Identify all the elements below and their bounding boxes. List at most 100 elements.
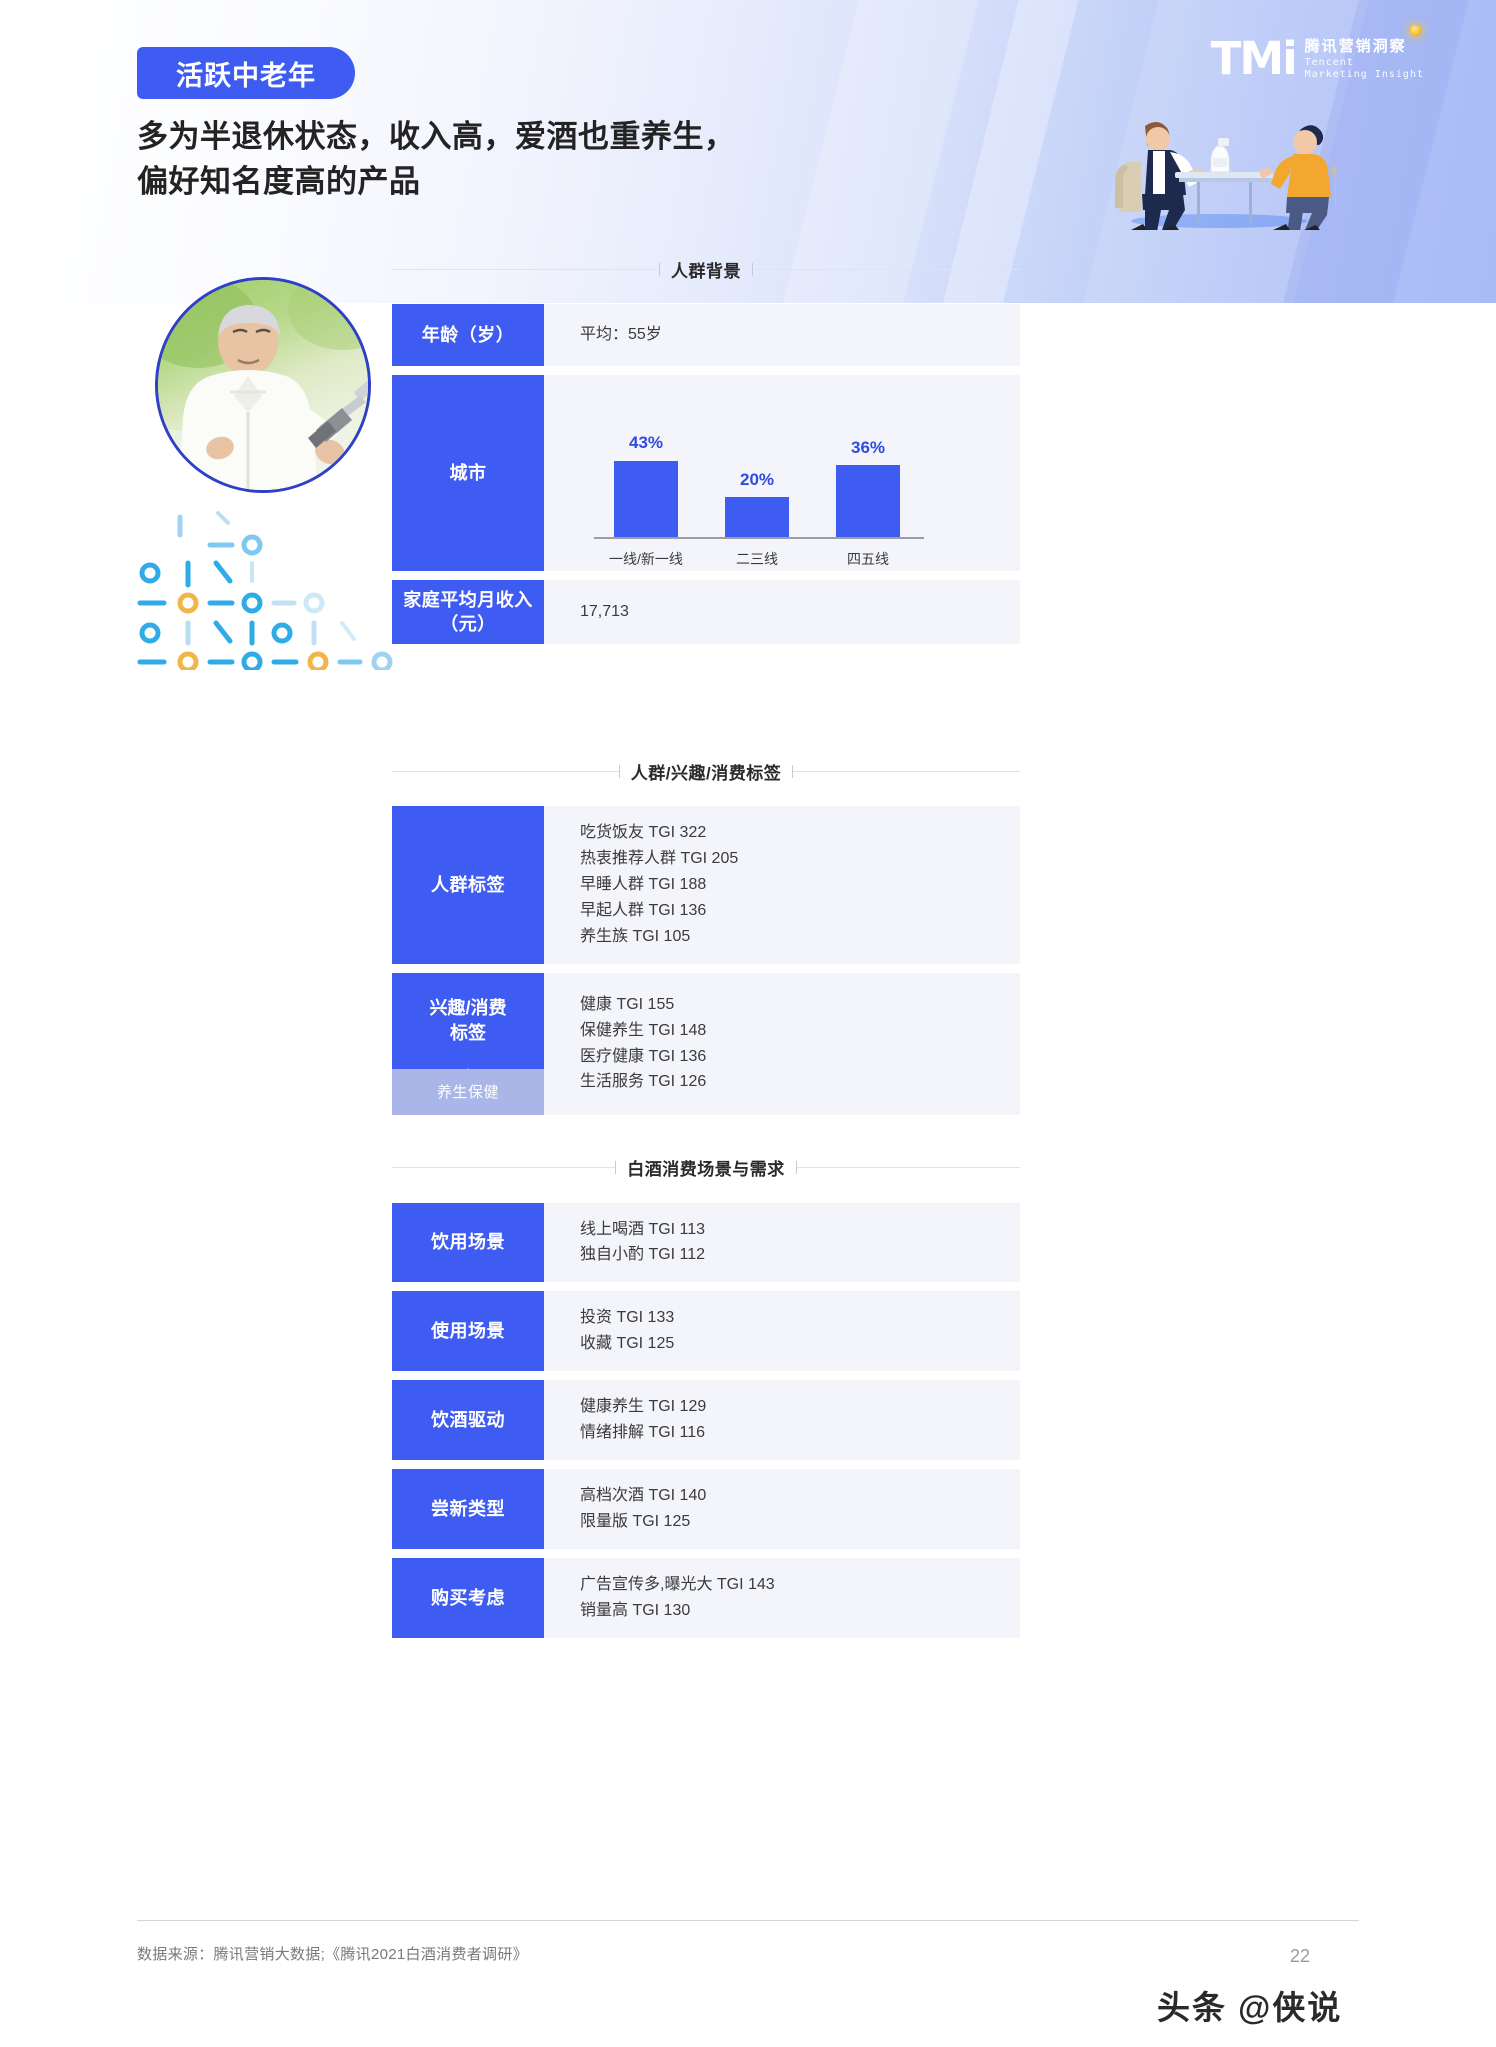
row-value-city: 43% 20% 36% 一线/新一线 二三线 四五线 [544,375,1020,571]
row-value-age: 平均：55岁 [544,304,1020,366]
bar-category-label: 二三线 [736,551,778,568]
row-label-purchase-consideration: 购买考虑 [392,1557,544,1638]
row-value-audience-tags: 吃货饭友 TGI 322 热衷推荐人群 TGI 205 早睡人群 TGI 188… [544,806,1020,964]
section-rule-left [392,770,619,772]
age-value: 平均：55岁 [580,326,662,344]
row-value-usage-scene: 投资 TGI 133 收藏 TGI 125 [544,1291,1020,1372]
interest-label-main: 兴趣/消费 标签 [392,972,544,1069]
tag-item: 吃货饭友 TGI 322 [580,824,707,841]
table-row: 饮用场景 线上喝酒 TGI 113 独自小酌 TGI 112 [392,1202,1020,1283]
tag-item: 医疗健康 TGI 136 [580,1047,707,1065]
row-label-usage-scene: 使用场景 [392,1291,544,1372]
table-row: 购买考虑 广告宣传多,曝光大 TGI 143 销量高 TGI 130 [392,1557,1020,1638]
data-source-note: 数据来源：腾讯营销大数据;《腾讯2021白酒消费者调研》 [137,1946,528,1963]
bar-chart-axis-line [594,537,924,540]
row-value-drinking-scene: 线上喝酒 TGI 113 独自小酌 TGI 112 [544,1202,1020,1283]
row-value-new-try-type: 高档次酒 TGI 140 限量版 TGI 125 [544,1468,1020,1549]
main-content: 人群背景 年龄（岁） 平均：55岁 城市 43% 20% 36% 一线/新一线 … [392,252,1021,1647]
people-at-table-illustration [1101,90,1343,240]
bar-value-label: 20% [739,469,775,489]
logo-english-line-2: Marketing Insight [1304,69,1424,81]
bar-chart-category-labels: 一线/新一线 二三线 四五线 [602,548,912,571]
logo-mark-text: TMi [1210,32,1298,85]
table-row: 家庭平均月收入 （元） 17,713 [392,580,1020,644]
row-value-income: 17,713 [544,580,1020,644]
scenario-item: 线上喝酒 TGI 113 [580,1220,706,1238]
slide-page: 活跃中老年 多为半退休状态，收入高，爱酒也重养生， 偏好知名度高的产品 TMi … [0,0,1496,2047]
section-rule-left [392,268,659,270]
interest-label-line-1: 兴趣/消费 [429,998,507,1019]
table-row: 使用场景 投资 TGI 133 收藏 TGI 125 [392,1291,1020,1372]
section-header-scenarios: 白酒消费场景与需求 [392,1151,1020,1185]
scenario-item: 投资 TGI 133 [580,1309,675,1327]
headline-line-1: 多为半退休状态，收入高，爱酒也重养生， [137,119,736,154]
tag-item: 早睡人群 TGI 188 [580,875,707,893]
scenario-item: 广告宣传多,曝光大 TGI 143 [580,1575,775,1593]
bar-value-label: 43% [628,433,664,453]
page-title: 多为半退休状态，收入高，爱酒也重养生， 偏好知名度高的产品 [137,115,917,205]
section-rule-left [392,1167,616,1169]
scenario-item: 健康养生 TGI 129 [580,1398,707,1416]
tag-item: 保健养生 TGI 148 [580,1021,707,1039]
row-label-drinking-driver: 饮酒驱动 [392,1380,544,1460]
table-row: 人群标签 吃货饭友 TGI 322 热衷推荐人群 TGI 205 早睡人群 TG… [392,806,1020,964]
scenario-item: 收藏 TGI 125 [580,1335,675,1353]
footer-divider [137,1920,1359,1921]
income-value: 17,713 [580,603,629,621]
bar-column: 36% [824,429,912,538]
tag-item: 早起人群 TGI 136 [580,901,707,919]
logo-english-line-1: Tencent [1304,56,1354,68]
tag-item: 健康 TGI 155 [580,995,675,1013]
bar-category-label: 一线/新一线 [609,551,683,568]
tag-item: 养生族 TGI 105 [580,927,691,945]
section-title: 人群背景 [671,261,741,281]
row-label-interest-tags: 兴趣/消费 标签 养生保健 [392,972,544,1115]
logo-chinese-name: 腾讯营销洞察 [1304,38,1407,55]
persona-avatar-photo [155,277,371,493]
row-value-purchase-consideration: 广告宣传多,曝光大 TGI 143 销量高 TGI 130 [544,1557,1020,1638]
scenario-item: 限量版 TGI 125 [580,1512,691,1530]
table-row: 年龄（岁） 平均：55岁 [392,304,1020,366]
table-row: 饮酒驱动 健康养生 TGI 129 情绪排解 TGI 116 [392,1380,1020,1460]
row-label-new-try-type: 尝新类型 [392,1468,544,1549]
bar-shape [836,465,900,538]
table-row: 尝新类型 高档次酒 TGI 140 限量版 TGI 125 [392,1468,1020,1549]
row-label-city: 城市 [392,375,544,571]
row-label-audience-tags: 人群标签 [392,806,544,964]
scenario-item: 独自小酌 TGI 112 [580,1246,706,1264]
bar-chart-plot: 43% 20% 36% 一线/新一线 二三线 四五线 [594,429,924,571]
bar-column: 20% [713,429,801,538]
row-value-drinking-driver: 健康养生 TGI 129 情绪排解 TGI 116 [544,1380,1020,1460]
table-row: 城市 43% 20% 36% 一线/新一线 二三线 四五线 [392,375,1020,571]
section-rule-right [753,268,1020,270]
table-row: 兴趣/消费 标签 养生保健 健康 TGI 155 保健养生 TGI 148 医疗… [392,972,1020,1115]
bar-column: 43% [602,429,690,538]
scenario-item: 销量高 TGI 130 [580,1601,691,1619]
segment-tag-badge: 活跃中老年 [137,47,355,99]
income-label-line-2: （元） [440,614,496,634]
row-value-interest-tags: 健康 TGI 155 保健养生 TGI 148 医疗健康 TGI 136 生活服… [544,972,1020,1115]
section-rule-right [796,1167,1020,1169]
section-header-tags: 人群/兴趣/消费标签 [392,754,1021,788]
page-number: 22 [1290,1946,1311,1966]
logo-text-block: 腾讯营销洞察 Tencent Marketing Insight [1305,36,1424,82]
city-bar-chart: 43% 20% 36% 一线/新一线 二三线 四五线 [544,375,1020,571]
interest-sub-label: 养生保健 [392,1068,544,1115]
decorative-dot-pattern [132,505,402,673]
bar-value-label: 36% [850,437,886,457]
headline-line-2: 偏好知名度高的产品 [137,163,421,199]
tmi-logo: TMi 腾讯营销洞察 Tencent Marketing Insight [1210,25,1424,85]
row-label-income: 家庭平均月收入 （元） [392,580,544,644]
bar-chart-bars: 43% 20% 36% [602,429,912,538]
row-label-drinking-scene: 饮用场景 [392,1202,544,1283]
row-label-age: 年龄（岁） [392,304,544,366]
interest-label-line-2: 标签 [449,1022,486,1043]
section-title: 白酒消费场景与需求 [627,1160,785,1180]
watermark: 头条 @侠说 [1157,1989,1343,2026]
section-header-background: 人群背景 [392,252,1020,286]
bar-shape [614,460,678,538]
section-rule-right [793,770,1021,772]
bar-shape [725,497,789,538]
tag-item: 热衷推荐人群 TGI 205 [580,849,739,867]
income-label-line-1: 家庭平均月收入 [403,589,533,610]
